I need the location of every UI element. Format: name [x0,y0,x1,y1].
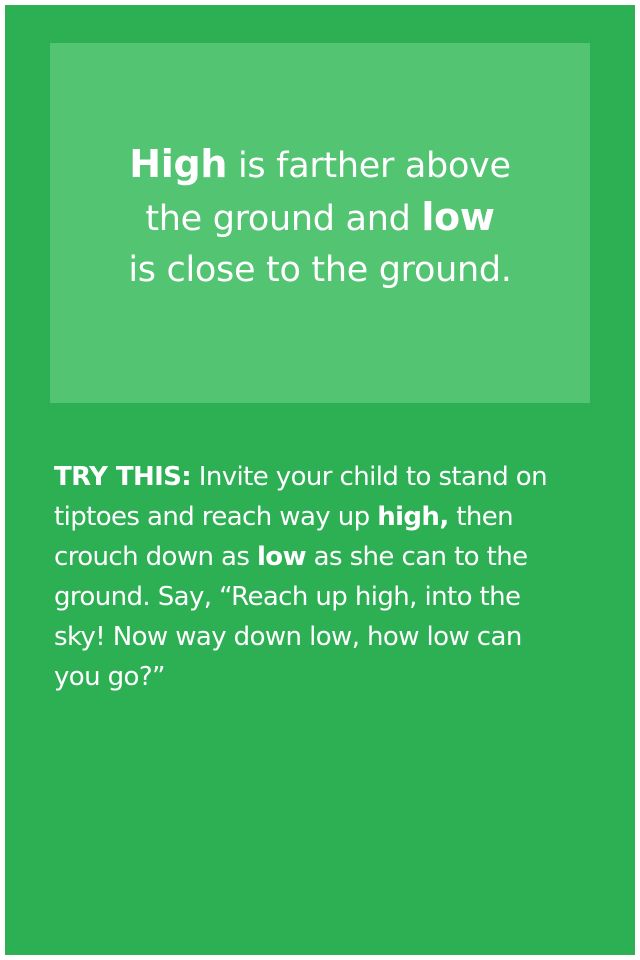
try-this-text: Invite your child to stand on [191,462,548,492]
word-high: High [129,142,228,186]
definition-box: High is farther above the ground and low… [50,43,590,403]
try-this-text: crouch down as [54,542,257,572]
definition-line-1: High is farther above [50,139,590,192]
try-this-text: as she can to the [306,542,528,572]
definition-text: is farther above [227,146,511,186]
try-this-line-6: you go?” [54,662,166,692]
try-this-line-1: TRY THIS: Invite your child to stand on [54,457,594,497]
word-high-emphasis: high, [377,502,449,532]
try-this-text: tiptoes and reach way up [54,502,378,532]
try-this-label: TRY THIS: [54,462,192,492]
try-this-line-2: tiptoes and reach way up high, then [54,497,594,537]
try-this-line-4: ground. Say, “Reach up high, into the [54,582,521,612]
definition-line-2: the ground and low [50,192,590,245]
page-background: High is farther above the ground and low… [5,5,635,955]
try-this-line-5: sky! Now way down low, how low can [54,622,522,652]
try-this-paragraph: TRY THIS: Invite your child to stand on … [54,457,594,697]
word-low-emphasis: low [257,542,307,572]
definition-text: the ground and [145,199,422,239]
definition-line-3: is close to the ground. [128,250,512,290]
try-this-line-3: crouch down as low as she can to the [54,537,594,577]
word-low: low [421,195,495,239]
try-this-text: then [448,502,514,532]
